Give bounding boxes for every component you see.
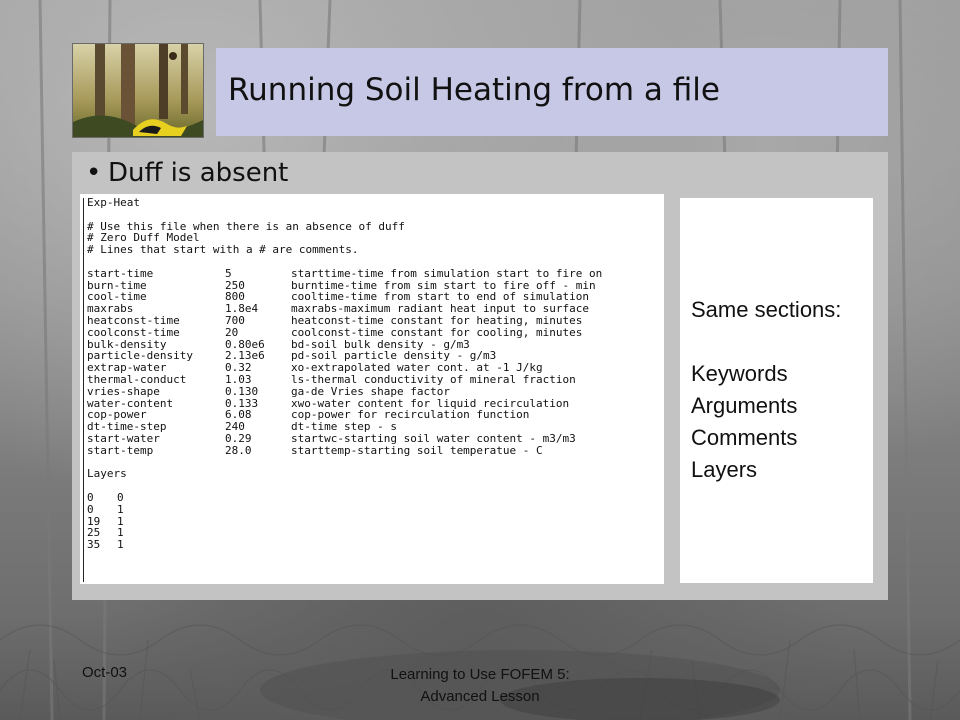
layers-label: Layers	[87, 467, 127, 481]
param-row: start-temp 28.0 starttemp-starting soil te…	[87, 443, 543, 457]
forest-fire-photo-icon	[73, 44, 203, 137]
param-comment: startwc-starting soil water content - m3…	[291, 431, 576, 445]
layer-row: 00	[87, 492, 405, 504]
sections-box: Same sections: Keywords Arguments Commen…	[680, 198, 873, 583]
param-comment: coolconst-time constant for cooling, min…	[291, 325, 583, 339]
layer-row: 19 1	[87, 515, 405, 528]
param-value: 1.03	[225, 372, 252, 386]
param-value: 0.130	[225, 384, 259, 398]
sections-gap	[691, 326, 841, 358]
layer-row: 35 1	[87, 539, 405, 551]
section-item-keywords: Keywords	[691, 361, 788, 386]
layer-depth: 35	[87, 538, 101, 552]
param-value: 0.29	[225, 431, 252, 445]
param-rows: start-time 5 starttime-time from simulatio…	[87, 266, 602, 457]
layer-flag: 0	[117, 490, 124, 504]
slide-title: Running Soil Heating from a file	[228, 72, 720, 108]
code-header-line: Exp-Heat	[87, 196, 140, 209]
layer-flag: 1	[117, 538, 124, 552]
param-value: 28.0	[225, 443, 252, 457]
section-item-arguments: Arguments	[691, 393, 798, 418]
sections-text: Same sections: Keywords Arguments Commen…	[691, 294, 841, 486]
bullet-dot-icon: •	[86, 158, 102, 188]
param-value: 700	[225, 313, 245, 327]
footer-course-title: Learning to Use FOFEM 5: Advanced Lesson	[344, 664, 616, 708]
param-value: 20	[225, 325, 239, 339]
param-comment: ga-de Vries shape factor	[291, 384, 450, 398]
layer-rows: 0 0 0 1 19 1 25 1 35 1	[87, 492, 405, 551]
param-comment: starttemp-starting soil temperatue - C	[291, 443, 543, 457]
layer-row: 25 1	[87, 527, 405, 539]
layer-row: 01	[87, 502, 405, 516]
section-item-comments: Comments	[691, 425, 798, 450]
title-banner: Running Soil Heating from a file	[216, 48, 888, 136]
forest-fire-photo	[72, 43, 204, 138]
footer-date: Oct-03	[82, 664, 128, 681]
footer-line-1: Learning to Use FOFEM 5:	[390, 666, 570, 683]
sections-heading: Same sections:	[691, 297, 842, 322]
param-comment: heatconst-time constant for heating, min…	[291, 313, 583, 327]
section-item-layers: Layers	[691, 457, 758, 482]
footer-line-2: Advanced Lesson	[420, 688, 540, 705]
bullet-text: Duff is absent	[108, 158, 289, 188]
content-panel: • Duff is absent Exp-Heat # Use this file…	[72, 152, 888, 600]
code-lines: Exp-Heat # Use this file when there is a…	[87, 196, 602, 551]
config-file-listing: Exp-Heat # Use this file when there is a…	[80, 194, 664, 584]
layer-flag: 1	[117, 502, 124, 516]
param-comment: ls-thermal conductivity of mineral fract…	[291, 372, 576, 386]
bullet-item: • Duff is absent	[86, 158, 288, 188]
code-comment-line: # Lines that start with a # are comments…	[87, 243, 359, 257]
param-value: 5	[225, 266, 232, 280]
param-comment: starttime-time from simulation start to …	[291, 266, 603, 280]
param-key: start-temp	[87, 443, 154, 457]
